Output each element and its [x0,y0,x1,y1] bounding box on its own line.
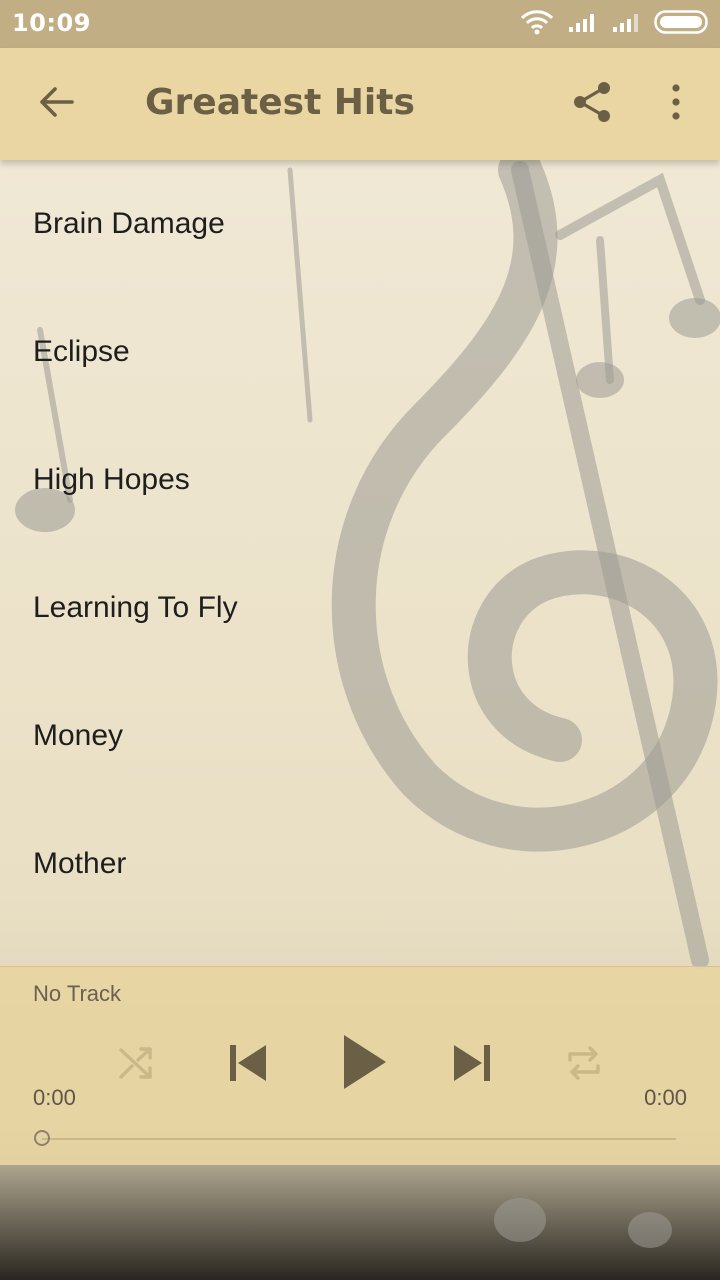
list-item[interactable]: Learning To Fly [0,544,720,672]
page-title: Greatest Hits [145,82,415,123]
share-icon [572,81,612,127]
play-icon [340,1034,388,1094]
status-time: 10:09 [12,9,91,37]
back-arrow-icon [38,86,74,122]
repeat-button[interactable] [558,1043,610,1087]
back-button[interactable] [28,80,84,128]
list-item[interactable]: Mother [0,800,720,928]
elapsed-time: 0:00 [33,1085,76,1110]
next-button[interactable] [446,1039,498,1091]
app-bar: Greatest Hits [0,48,720,160]
list-item[interactable]: Brain Damage [0,160,720,288]
more-vert-icon [670,84,682,124]
share-button[interactable] [566,78,618,130]
track-list: Brain Damage Eclipse High Hopes Learning… [0,160,720,966]
now-playing-label: No Track [33,981,122,1006]
signal-icon [612,11,640,37]
seek-thumb[interactable] [34,1130,50,1146]
list-item[interactable]: Money [0,672,720,800]
battery-icon [654,10,708,38]
previous-button[interactable] [222,1039,274,1091]
repeat-icon [565,1044,603,1086]
total-time: 0:00 [644,1085,687,1110]
skip-previous-icon [228,1043,268,1087]
status-bar: 10:09 [0,0,720,48]
status-icons [520,10,708,38]
signal-icon [568,11,598,37]
player-panel: No Track 0:00 0:00 [0,966,720,1165]
list-item[interactable]: Eclipse [0,288,720,416]
shuffle-icon [118,1046,154,1084]
skip-next-icon [452,1043,492,1087]
list-item[interactable]: High Hopes [0,416,720,544]
wifi-icon [520,9,554,39]
play-button[interactable] [332,1033,396,1095]
seek-bar[interactable] [42,1138,676,1140]
shuffle-button[interactable] [110,1043,162,1087]
more-options-button[interactable] [654,78,698,130]
